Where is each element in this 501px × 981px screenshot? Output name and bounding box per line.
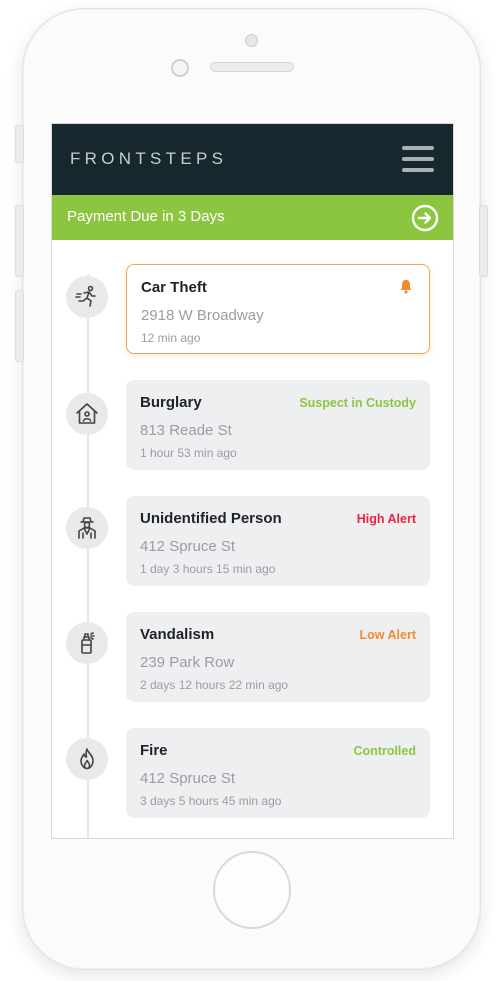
incident-address: 412 Spruce St <box>140 770 236 787</box>
incident-address: 412 Spruce St <box>140 538 236 555</box>
status-badge: Controlled <box>353 744 417 758</box>
status-badge: High Alert <box>356 512 416 526</box>
incident-card-vandalism[interactable]: Vandalism Low Alert 239 Park Row 2 days … <box>126 612 430 702</box>
incident-time: 1 day 3 hours 15 min ago <box>140 562 276 576</box>
incident-title: Vandalism <box>140 626 215 643</box>
bell-icon <box>400 280 412 294</box>
flame-icon <box>66 738 108 780</box>
banner-text: Payment Due in 3 Days <box>67 208 225 225</box>
power-button <box>479 205 488 277</box>
incident-time: 1 hour 53 min ago <box>140 446 237 460</box>
incident-address: 239 Park Row <box>140 654 235 671</box>
spray-can-icon <box>66 622 108 664</box>
incident-title: Unidentified Person <box>140 510 282 527</box>
incident-time: 12 min ago <box>141 331 201 345</box>
incident-card-unidentified-person[interactable]: Unidentified Person High Alert 412 Spruc… <box>126 496 430 586</box>
home-button[interactable] <box>213 851 291 929</box>
status-badge: Suspect in Custody <box>299 396 416 410</box>
arrow-circle-right-icon[interactable] <box>411 204 439 232</box>
app-header: FRONTSTEPS <box>52 124 453 195</box>
incident-card-fire[interactable]: Fire Controlled 412 Spruce St 3 days 5 h… <box>126 728 430 818</box>
incident-address: 813 Reade St <box>140 422 232 439</box>
payment-banner[interactable]: Payment Due in 3 Days <box>52 195 453 240</box>
app-logo: FRONTSTEPS <box>70 149 228 168</box>
incident-title: Car Theft <box>141 279 207 296</box>
proximity-sensor <box>171 59 189 77</box>
volume-down-button <box>15 290 24 362</box>
incident-card-car-theft[interactable]: Car Theft 2918 W Broadway 12 min ago <box>126 264 430 354</box>
incident-card-burglary[interactable]: Burglary Suspect in Custody 813 Reade St… <box>126 380 430 470</box>
incident-time: 2 days 12 hours 22 min ago <box>140 678 289 692</box>
hamburger-menu-icon[interactable] <box>402 146 434 174</box>
status-badge: Low Alert <box>359 628 416 642</box>
hooded-person-icon <box>66 507 108 549</box>
incident-time: 3 days 5 hours 45 min ago <box>140 794 282 808</box>
front-camera <box>245 34 258 47</box>
app-screen: FRONTSTEPS Payment Due in 3 Days Car The… <box>51 123 454 839</box>
mute-switch <box>15 125 24 163</box>
incident-address: 2918 W Broadway <box>141 307 264 324</box>
volume-up-button <box>15 205 24 277</box>
earpiece-speaker <box>210 62 294 72</box>
incident-title: Burglary <box>140 394 202 411</box>
house-icon <box>66 393 108 435</box>
incident-title: Fire <box>140 742 168 759</box>
running-person-icon <box>66 276 108 318</box>
